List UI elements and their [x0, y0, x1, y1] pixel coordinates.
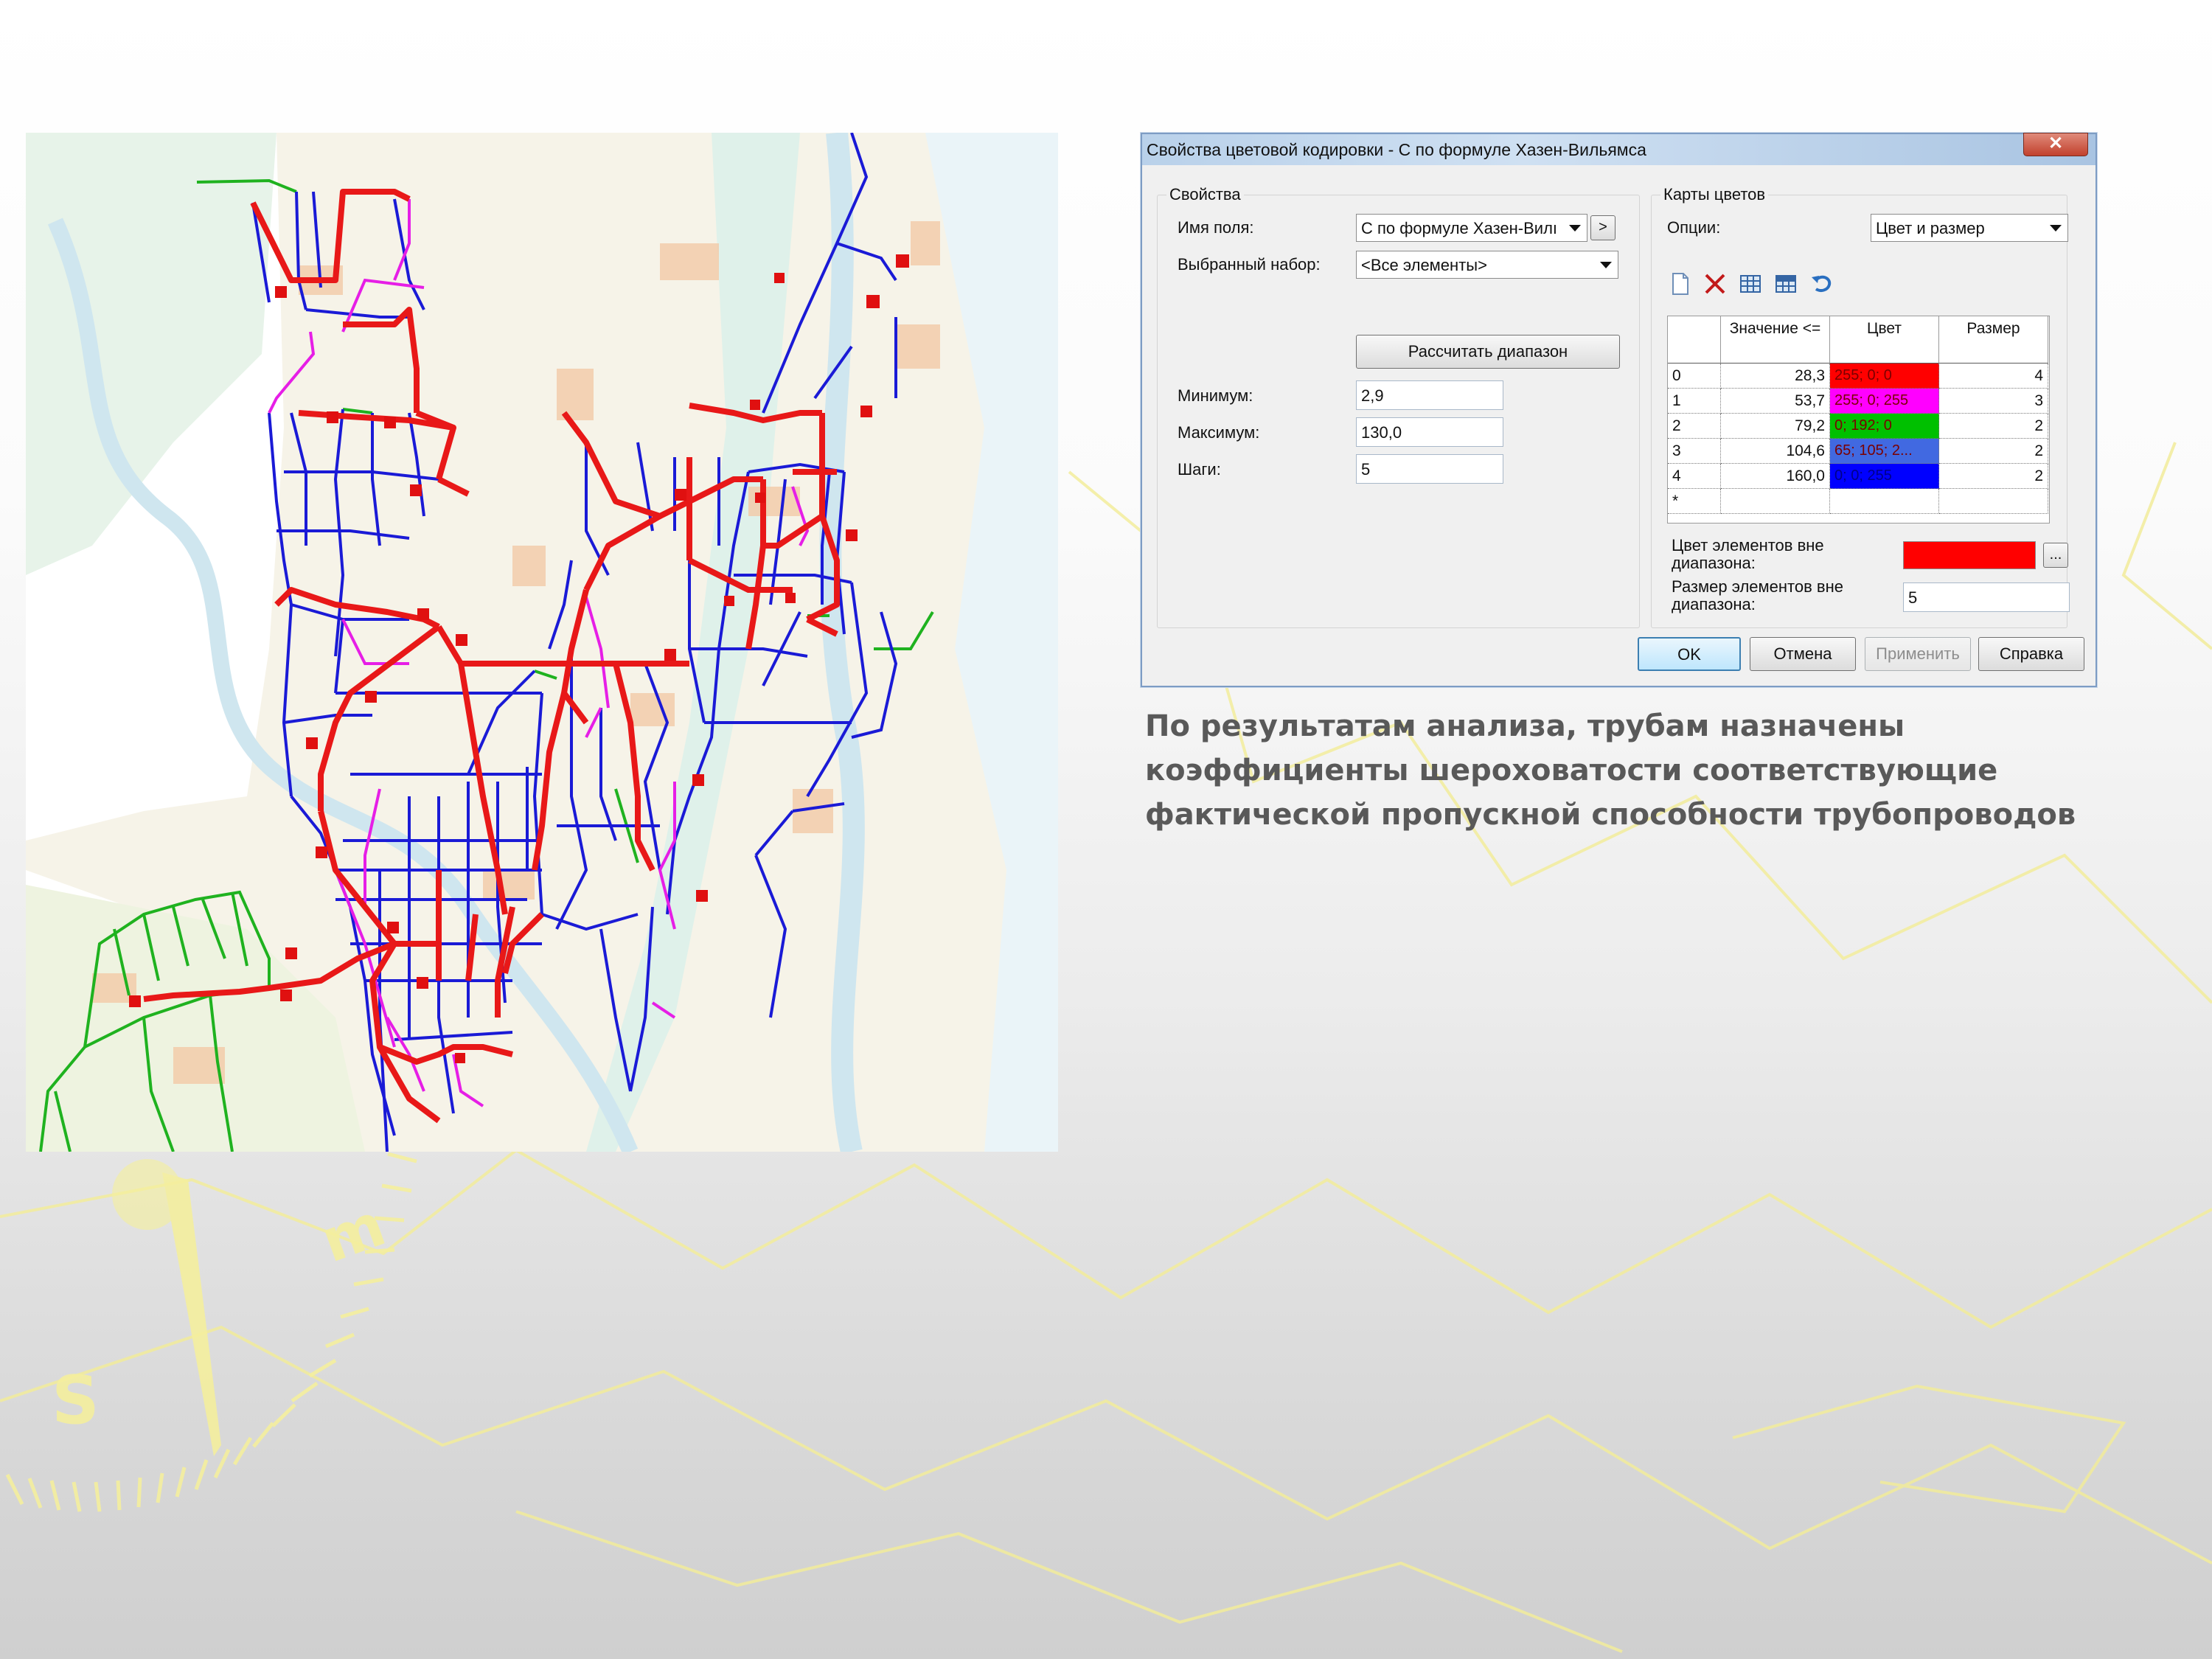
table-row-index[interactable]: 0 [1668, 364, 1721, 389]
table-header-color[interactable]: Цвет [1830, 316, 1939, 364]
table-cell-value[interactable]: 28,3 [1721, 364, 1830, 389]
table-new-row-color[interactable] [1830, 489, 1939, 514]
field-more-button[interactable]: > [1590, 215, 1615, 240]
min-input[interactable]: 2,9 [1356, 380, 1503, 410]
color-coding-dialog: Свойства цветовой кодировки - С по форму… [1141, 133, 2097, 687]
field-name-select[interactable]: С по формуле Хазен-Вилı [1356, 214, 1587, 242]
table-cell-value[interactable]: 53,7 [1721, 389, 1830, 414]
table-cell-color[interactable]: 0; 0; 255 [1830, 464, 1939, 489]
out-color-picker-button[interactable]: ... [2043, 543, 2068, 568]
table-cell-size[interactable]: 2 [1939, 414, 2048, 439]
table-cell-size[interactable]: 3 [1939, 389, 2048, 414]
options-select[interactable]: Цвет и размер [1871, 214, 2068, 242]
network-map[interactable] [26, 133, 1058, 1152]
ok-button[interactable]: OK [1638, 637, 1741, 671]
selection-select[interactable]: <Все элементы> [1356, 251, 1618, 279]
max-label: Максимум: [1178, 423, 1260, 442]
table-cell-color[interactable]: 0; 192; 0 [1830, 414, 1939, 439]
steps-input[interactable]: 5 [1356, 454, 1503, 484]
table-new-row-size[interactable] [1939, 489, 2048, 514]
min-label: Минимум: [1178, 386, 1253, 405]
table-cell-value[interactable]: 79,2 [1721, 414, 1830, 439]
table-cell-value[interactable]: 160,0 [1721, 464, 1830, 489]
table-header-value[interactable]: Значение <= [1721, 316, 1830, 364]
out-color-label: Цвет элементов вне диапазона: [1672, 536, 1824, 572]
table-cell-size[interactable]: 4 [1939, 364, 2048, 389]
table-new-row-marker[interactable]: * [1668, 489, 1721, 514]
apply-button[interactable]: Применить [1865, 637, 1971, 671]
delete-icon[interactable] [1703, 271, 1728, 296]
table-header-size[interactable]: Размер [1939, 316, 2048, 364]
chevron-down-icon [1569, 225, 1581, 232]
table-header-index [1668, 316, 1721, 364]
properties-legend: Свойства [1166, 185, 1244, 204]
field-name-label: Имя поля: [1178, 218, 1254, 237]
out-size-input[interactable]: 5 [1903, 582, 2070, 612]
grid-icon[interactable] [1738, 271, 1763, 296]
table-new-row-value[interactable] [1721, 489, 1830, 514]
calculate-range-button[interactable]: Рассчитать диапазон [1356, 335, 1620, 369]
table-cell-size[interactable]: 2 [1939, 464, 2048, 489]
out-of-range-color-swatch[interactable] [1903, 541, 2036, 569]
grid-edit-icon[interactable] [1773, 271, 1798, 296]
field-name-value: С по формуле Хазен-Вилı [1361, 219, 1558, 237]
svg-text:S: S [52, 1362, 100, 1439]
close-button[interactable]: ✕ [2023, 133, 2088, 156]
dialog-title: Свойства цветовой кодировки - С по форму… [1147, 140, 1646, 159]
color-map-table[interactable]: Значение <= Цвет Размер 0 28,3 255; 0; 041… [1667, 316, 2050, 524]
max-input[interactable]: 130,0 [1356, 417, 1503, 447]
table-cell-color[interactable]: 65; 105; 2... [1830, 439, 1939, 464]
chevron-down-icon [1600, 262, 1612, 268]
options-value: Цвет и размер [1876, 219, 1985, 237]
selection-label: Выбранный набор: [1178, 255, 1321, 274]
color-maps-legend: Карты цветов [1660, 185, 1769, 204]
table-row-index[interactable]: 3 [1668, 439, 1721, 464]
svg-text:m: m [313, 1190, 394, 1276]
table-row-index[interactable]: 2 [1668, 414, 1721, 439]
calculate-range-label: Рассчитать диапазон [1408, 342, 1568, 361]
selection-value: <Все элементы> [1361, 256, 1487, 274]
pipe-network-map [26, 133, 1058, 1152]
help-button[interactable]: Справка [1978, 637, 2084, 671]
cancel-button[interactable]: Отмена [1750, 637, 1856, 671]
dialog-titlebar[interactable]: Свойства цветовой кодировки - С по форму… [1142, 133, 2096, 165]
options-label: Опции: [1667, 218, 1721, 237]
out-size-label: Размер элементов вне диапазона: [1672, 577, 1843, 613]
steps-label: Шаги: [1178, 460, 1221, 479]
table-row-index[interactable]: 4 [1668, 464, 1721, 489]
slide-caption: По результатам анализа, трубам назначены… [1145, 709, 2076, 832]
table-cell-color[interactable]: 255; 0; 255 [1830, 389, 1939, 414]
table-cell-size[interactable]: 2 [1939, 439, 2048, 464]
table-row-index[interactable]: 1 [1668, 389, 1721, 414]
new-icon[interactable] [1667, 271, 1692, 296]
undo-icon[interactable] [1809, 271, 1834, 296]
table-cell-color[interactable]: 255; 0; 0 [1830, 364, 1939, 389]
chevron-down-icon [2050, 225, 2062, 232]
table-cell-value[interactable]: 104,6 [1721, 439, 1830, 464]
